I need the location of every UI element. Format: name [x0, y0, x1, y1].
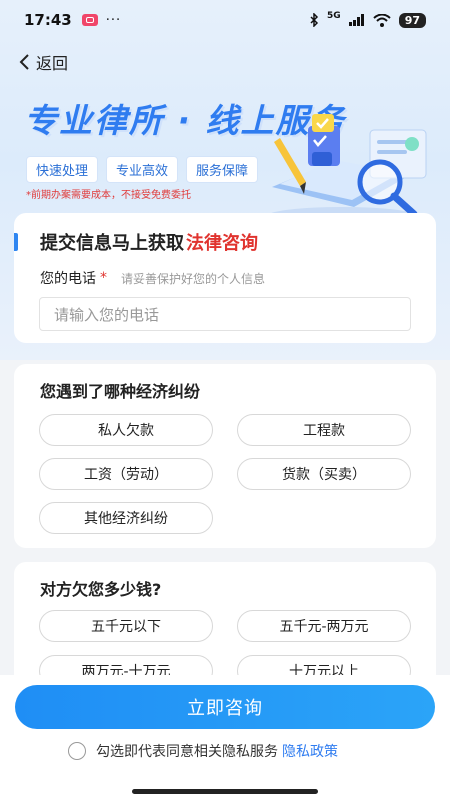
bluetooth-icon [310, 13, 319, 27]
form-title-accent: 法律咨询 [186, 233, 258, 254]
option-private-debt[interactable]: 私人欠款 [39, 414, 213, 446]
privacy-agree-row: 勾选即代表同意相关隐私服务 隐私政策 [68, 741, 338, 761]
app-notification-icon [81, 14, 98, 26]
back-button[interactable]: 返回 [18, 50, 68, 74]
dispute-type-card: 您遇到了哪种经济纠纷 私人欠款 工程款 工资（劳动） 货款（买卖） 其他经济纠纷 [14, 364, 436, 548]
more-notifications-icon: ··· [105, 12, 122, 28]
option-wages[interactable]: 工资（劳动） [39, 458, 213, 490]
option-other-dispute[interactable]: 其他经济纠纷 [39, 502, 213, 534]
phone-input[interactable]: 请输入您的电话 [39, 297, 411, 331]
back-label: 返回 [36, 54, 69, 73]
cost-notice: *前期办案需要成本，不接受免费委托 [26, 190, 191, 201]
status-bar: 17:43 ··· 5G 97 [0, 0, 450, 40]
option-5k-20k[interactable]: 五千元-两万元 [237, 610, 411, 642]
option-goods-payment[interactable]: 货款（买卖） [237, 458, 411, 490]
battery-indicator: 97 [398, 12, 426, 28]
phone-hint: 请妥善保护好您的个人信息 [121, 271, 266, 286]
network-type: 5G [327, 11, 341, 21]
tag-professional: 专业高效 [106, 156, 179, 183]
tag-fast: 快速处理 [26, 156, 99, 183]
form-title-prefix: 提交信息马上获取 [40, 233, 184, 254]
status-time: 17:43 [24, 11, 72, 29]
privacy-policy-link[interactable]: 隐私政策 [282, 741, 338, 761]
feature-tags: 快速处理 专业高效 服务保障 [26, 156, 259, 183]
amount-title: 对方欠您多少钱? [40, 580, 162, 599]
section-accent-bar [14, 233, 18, 251]
privacy-checkbox[interactable] [68, 742, 86, 760]
status-icons: 5G 97 [309, 11, 426, 28]
form-title: 提交信息马上获取 法律咨询 [40, 229, 258, 255]
option-construction-payment[interactable]: 工程款 [237, 414, 411, 446]
wifi-icon [373, 13, 391, 27]
signal-icon [348, 14, 364, 26]
consult-now-button[interactable]: 立即咨询 [15, 685, 435, 729]
bottom-action-panel: 立即咨询 勾选即代表同意相关隐私服务 隐私政策 [0, 675, 450, 800]
phone-label: 您的电话 [40, 271, 96, 287]
legal-illustration-icon [267, 114, 427, 225]
dispute-type-title: 您遇到了哪种经济纠纷 [40, 382, 201, 401]
contact-form-card: 提交信息马上获取 法律咨询 您的电话 * 请妥善保护好您的个人信息 请输入您的电… [14, 213, 436, 343]
tag-guarantee: 服务保障 [186, 156, 259, 183]
option-under-5k[interactable]: 五千元以下 [39, 610, 213, 642]
required-mark: * [100, 270, 107, 286]
home-indicator[interactable] [132, 789, 318, 794]
chevron-left-icon [19, 54, 29, 70]
agree-text: 勾选即代表同意相关隐私服务 [96, 744, 278, 760]
phone-label-row: 您的电话 * 请妥善保护好您的个人信息 [40, 268, 265, 288]
